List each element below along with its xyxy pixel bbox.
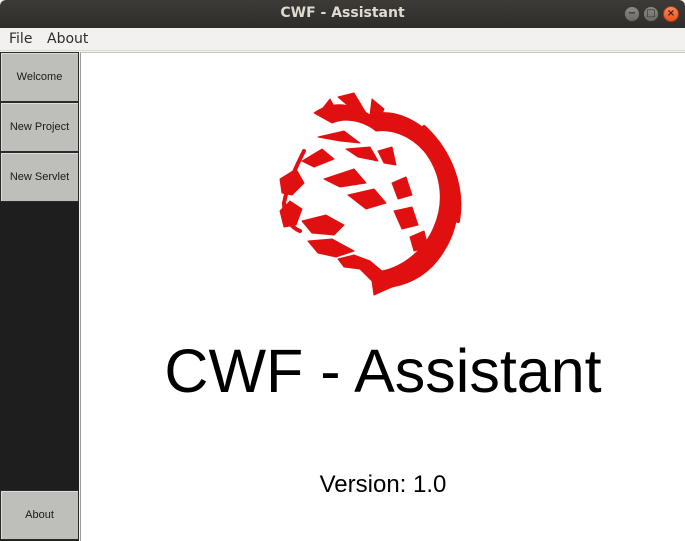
menu-about[interactable]: About (47, 31, 88, 47)
sidebar-item-welcome[interactable]: Welcome (0, 52, 79, 102)
menu-file[interactable]: File (9, 31, 32, 47)
welcome-panel: CWF - Assistant Version: 1.0 (80, 52, 685, 541)
close-button[interactable]: × (663, 6, 679, 22)
menu-bar: File About (0, 28, 685, 51)
app-title: CWF - Assistant (164, 337, 602, 405)
maximize-button[interactable]: □ (643, 6, 659, 22)
window-titlebar[interactable]: CWF - Assistant − □ × (0, 0, 685, 28)
window-title: CWF - Assistant (280, 5, 405, 21)
version-label: Version: 1.0 (319, 471, 447, 498)
sidebar: Welcome New Project New Servlet About (0, 52, 79, 541)
sidebar-item-about[interactable]: About (0, 490, 79, 540)
sidebar-item-new-servlet[interactable]: New Servlet (0, 152, 79, 202)
minimize-button[interactable]: − (624, 6, 640, 22)
panther-head-logo-icon (279, 92, 462, 296)
sidebar-item-new-project[interactable]: New Project (0, 102, 79, 152)
